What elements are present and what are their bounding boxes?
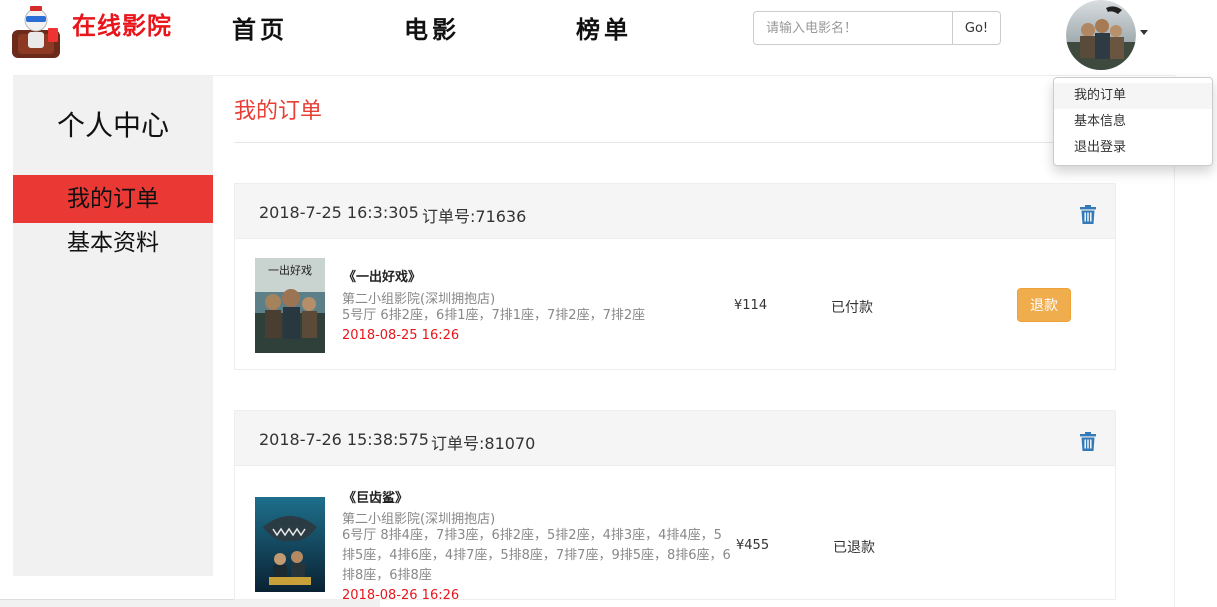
search-input[interactable] — [753, 11, 953, 45]
refund-button[interactable]: 退款 — [1017, 288, 1071, 322]
trash-icon[interactable] — [1080, 432, 1096, 451]
page-title: 我的订单 — [234, 99, 323, 124]
seat-info: 6号厅 8排4座，7排3座，6排2座，5排2座，4排3座，4排4座，5排5座，4… — [342, 528, 731, 583]
cinema-name: 第二小组影院(深圳拥抱店) — [342, 512, 496, 527]
order-number: 订单号:71636 — [422, 207, 527, 226]
showtime: 2018-08-25 16:26 — [342, 328, 460, 343]
trash-icon[interactable] — [1080, 205, 1096, 224]
nav-home[interactable]: 首页 — [232, 10, 288, 45]
seat-info: 5号厅 6排2座，6排1座，7排1座，7排2座，7排2座 — [342, 308, 646, 323]
showtime: 2018-08-26 16:26 — [342, 588, 460, 603]
user-avatar[interactable] — [1066, 0, 1136, 70]
movie-poster[interactable]: 一出好戏 — [255, 258, 325, 353]
movie-title[interactable]: 《一出好戏》 — [343, 266, 421, 285]
cinema-name: 第二小组影院(深圳拥抱店) — [342, 292, 496, 307]
order-header: 2018-7-26 15:38:575 订单号:81070 — [235, 411, 1115, 466]
order-created-time: 2018-7-25 16:3:305 — [259, 203, 419, 222]
heading-divider — [234, 142, 1054, 143]
user-dropdown-menu: 我的订单 基本信息 退出登录 — [1053, 77, 1213, 166]
horizontal-scrollbar[interactable] — [0, 599, 380, 607]
movie-poster[interactable] — [255, 497, 325, 592]
sidebar: 个人中心 我的订单 基本资料 — [13, 76, 213, 576]
order-created-time: 2018-7-26 15:38:575 — [259, 430, 429, 449]
movie-title[interactable]: 《巨齿鲨》 — [343, 487, 408, 506]
nav-rankings[interactable]: 榜单 — [576, 10, 632, 45]
sidebar-item-my-orders[interactable]: 我的订单 — [13, 175, 213, 223]
order-header: 2018-7-25 16:3:305 订单号:71636 — [235, 184, 1115, 239]
order-number: 订单号:81070 — [431, 434, 536, 453]
sidebar-item-profile[interactable]: 基本资料 — [13, 223, 213, 263]
site-logo-icon[interactable] — [8, 4, 64, 60]
menu-item-basic-info[interactable]: 基本信息 — [1054, 109, 1212, 135]
top-header: 在线影院 首页 电影 榜单 Go! — [0, 0, 1217, 75]
chevron-down-icon[interactable] — [1140, 30, 1148, 35]
order-status: 已退款 — [833, 540, 875, 556]
order-card: 2018-7-25 16:3:305 订单号:71636 一出好戏 《一出好戏》… — [234, 183, 1116, 370]
search-button[interactable]: Go! — [952, 11, 1001, 45]
order-price: ¥114 — [734, 298, 768, 313]
site-name[interactable]: 在线影院 — [72, 6, 172, 41]
menu-item-logout[interactable]: 退出登录 — [1054, 135, 1212, 161]
sidebar-title: 个人中心 — [56, 109, 169, 142]
svg-text:一出好戏: 一出好戏 — [268, 263, 312, 277]
nav-movies[interactable]: 电影 — [404, 10, 460, 45]
order-card: 2018-7-26 15:38:575 订单号:81070 《巨齿鲨》 第二小组… — [234, 410, 1116, 603]
menu-item-my-orders[interactable]: 我的订单 — [1054, 83, 1212, 109]
order-status: 已付款 — [831, 300, 873, 316]
order-price: ¥455 — [736, 538, 770, 553]
